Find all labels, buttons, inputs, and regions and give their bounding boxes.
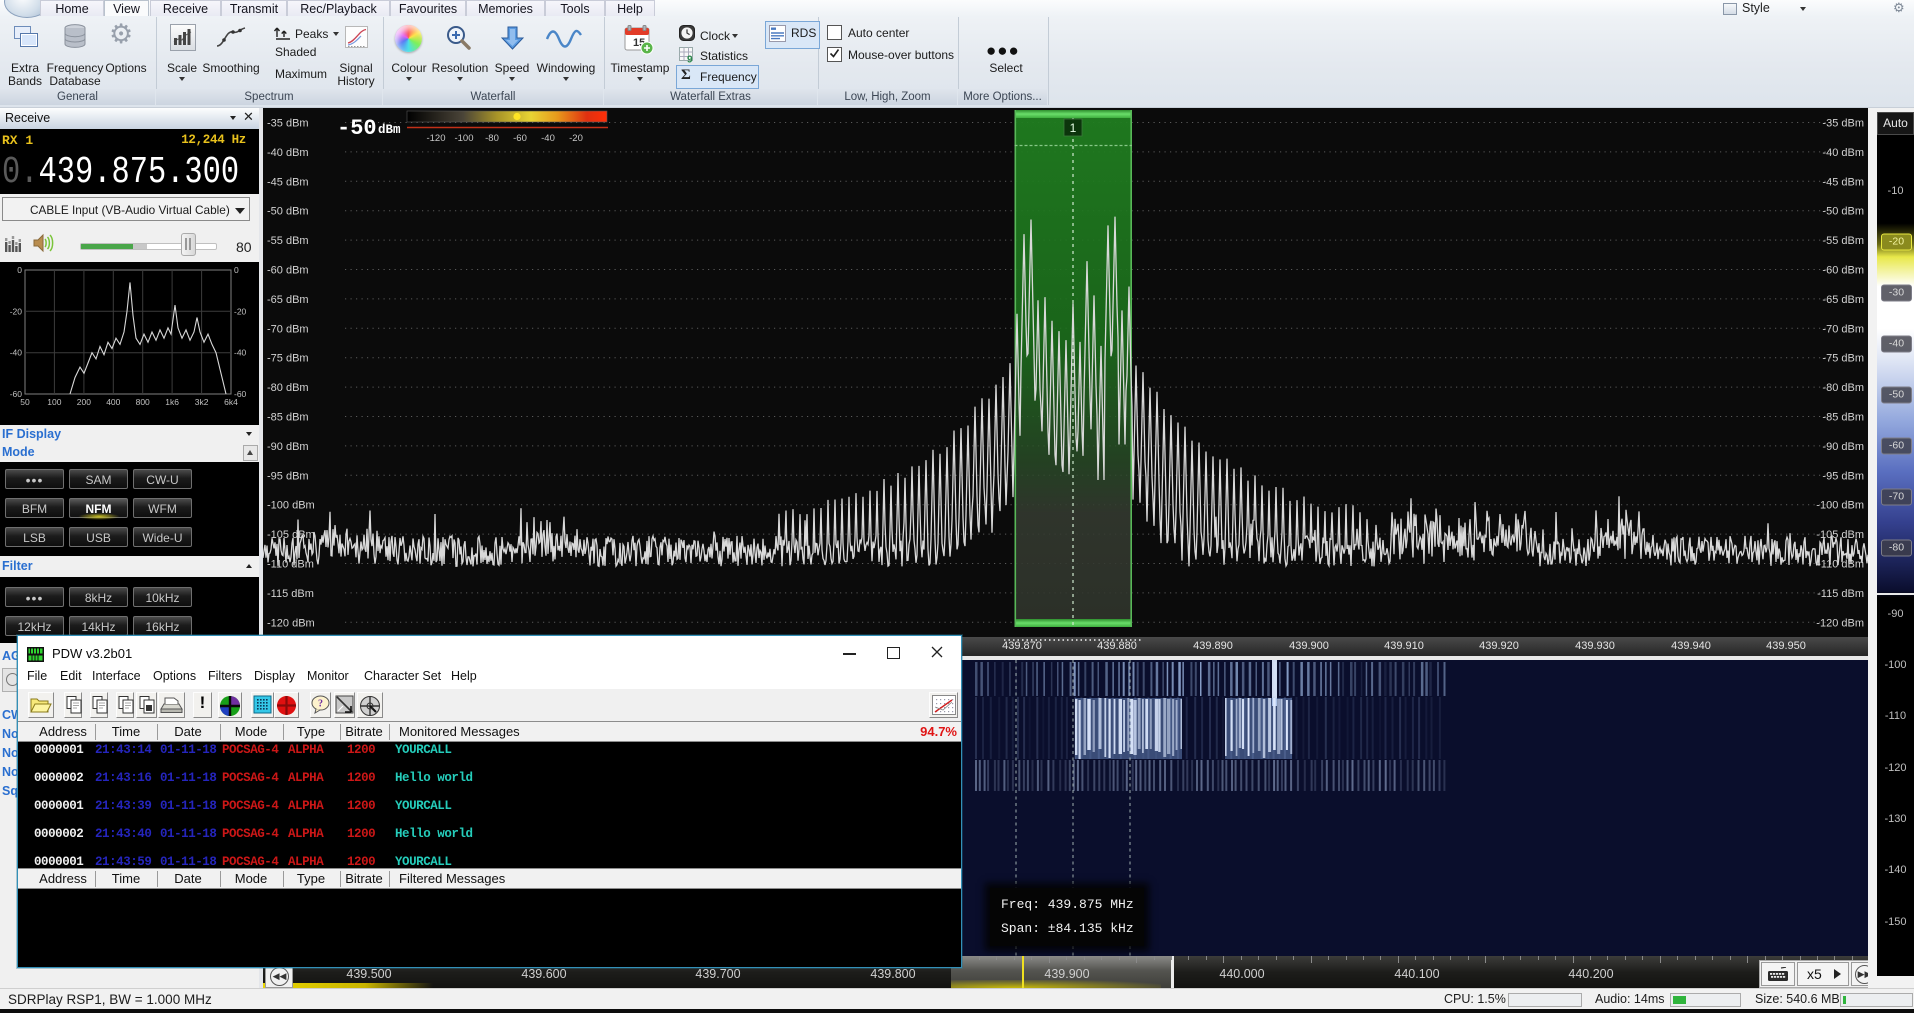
svg-text:-95 dBm: -95 dBm	[1822, 470, 1864, 482]
svg-text:-40: -40	[10, 348, 23, 358]
svg-text:-105 dBm: -105 dBm	[267, 529, 315, 541]
svg-text:?: ?	[318, 699, 323, 710]
svg-text:-95 dBm: -95 dBm	[267, 470, 309, 482]
svg-text:1: 1	[1070, 121, 1077, 135]
svg-text:50: 50	[20, 397, 30, 407]
svg-text:-50: -50	[337, 116, 377, 141]
svg-text:-45 dBm: -45 dBm	[267, 176, 309, 188]
svg-text:dBm: dBm	[378, 123, 401, 137]
svg-text:-70 dBm: -70 dBm	[267, 323, 309, 335]
svg-text:-35 dBm: -35 dBm	[1822, 118, 1864, 130]
svg-text:-40: -40	[541, 133, 555, 144]
svg-text:-55 dBm: -55 dBm	[1822, 235, 1864, 247]
svg-text:-120: -120	[426, 133, 445, 144]
svg-text:-110 dBm: -110 dBm	[1817, 559, 1864, 571]
svg-text:-40: -40	[234, 348, 247, 358]
svg-text:-85 dBm: -85 dBm	[267, 412, 309, 424]
svg-text:9: 9	[687, 55, 693, 64]
svg-text:-80 dBm: -80 dBm	[267, 382, 309, 394]
svg-text:-75 dBm: -75 dBm	[1822, 353, 1864, 365]
svg-text:-100 dBm: -100 dBm	[267, 500, 315, 512]
svg-text:6k4: 6k4	[224, 397, 238, 407]
svg-text:-60 dBm: -60 dBm	[267, 265, 309, 277]
svg-text:-80 dBm: -80 dBm	[1822, 382, 1864, 394]
svg-text:-110 dBm: -110 dBm	[267, 559, 314, 571]
svg-text:-100 dBm: -100 dBm	[1816, 500, 1864, 512]
svg-text:-120 dBm: -120 dBm	[267, 617, 315, 629]
svg-text:3k2: 3k2	[195, 397, 209, 407]
svg-text:-85 dBm: -85 dBm	[1822, 412, 1864, 424]
svg-text:-115 dBm: -115 dBm	[267, 588, 314, 600]
svg-text:100: 100	[47, 397, 61, 407]
svg-text:-40 dBm: -40 dBm	[1822, 147, 1864, 159]
svg-text:-50 dBm: -50 dBm	[267, 206, 309, 218]
svg-text:-80: -80	[485, 133, 499, 144]
svg-text:-45 dBm: -45 dBm	[1822, 176, 1864, 188]
svg-text:-65 dBm: -65 dBm	[267, 294, 309, 306]
svg-text:800: 800	[136, 397, 150, 407]
svg-text:1k6: 1k6	[165, 397, 179, 407]
svg-text:-60: -60	[513, 133, 527, 144]
svg-text:-115 dBm: -115 dBm	[1817, 588, 1864, 600]
svg-text:-100: -100	[454, 133, 473, 144]
svg-text:-40 dBm: -40 dBm	[267, 147, 309, 159]
svg-text:-35 dBm: -35 dBm	[267, 118, 309, 130]
svg-text:-90 dBm: -90 dBm	[267, 441, 309, 453]
svg-text:-90 dBm: -90 dBm	[1822, 441, 1864, 453]
svg-text:-55 dBm: -55 dBm	[267, 235, 309, 247]
svg-text:0: 0	[17, 265, 22, 275]
svg-text:-60 dBm: -60 dBm	[1822, 265, 1864, 277]
svg-text:-65 dBm: -65 dBm	[1822, 294, 1864, 306]
svg-text:-20: -20	[234, 306, 247, 316]
svg-text:-105 dBm: -105 dBm	[1816, 529, 1864, 541]
svg-text:-20: -20	[569, 133, 583, 144]
svg-text:-120 dBm: -120 dBm	[1816, 617, 1864, 629]
svg-text:400: 400	[106, 397, 120, 407]
svg-text:0: 0	[234, 265, 239, 275]
svg-text:200: 200	[77, 397, 91, 407]
svg-text:-75 dBm: -75 dBm	[267, 353, 309, 365]
svg-text:-70 dBm: -70 dBm	[1822, 323, 1864, 335]
svg-text:-50 dBm: -50 dBm	[1822, 206, 1864, 218]
svg-text:-20: -20	[10, 306, 23, 316]
